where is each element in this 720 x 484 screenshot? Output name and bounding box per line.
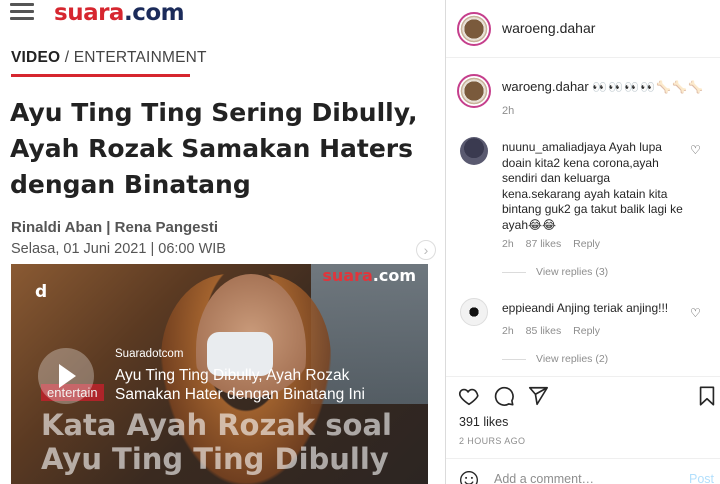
caption-time[interactable]: 2h (502, 105, 514, 117)
chevron-right-icon[interactable]: › (416, 240, 436, 260)
heart-icon[interactable]: ♡ (690, 143, 701, 157)
caption-text: 👀👀👀👀🦴🦴🦴 (592, 80, 704, 94)
comment-avatar[interactable] (460, 298, 488, 326)
comment-username[interactable]: nuunu_amaliadjaya (502, 140, 606, 154)
add-comment-input[interactable]: Add a comment… (494, 472, 594, 484)
video-title[interactable]: Ayu Ting Ting Dibully, Ayah Rozak Samaka… (115, 366, 385, 404)
caption-username[interactable]: waroeng.dahar (502, 79, 589, 94)
comment-username[interactable]: eppieandi (502, 301, 554, 315)
comment-avatar[interactable] (460, 137, 488, 165)
comment-time[interactable]: 2h (502, 238, 514, 250)
comment-likes[interactable]: 85 likes (526, 325, 562, 337)
article-panel: suara.com VIDEO / ENTERTAINMENT Ayu Ting… (0, 0, 446, 484)
video-logo: suara.com (322, 266, 416, 285)
like-heart-icon[interactable] (458, 385, 480, 407)
caption-avatar[interactable] (457, 74, 491, 108)
post-time[interactable]: 2 HOURS AGO (459, 436, 525, 446)
likes-count[interactable]: 391 likes (459, 415, 508, 429)
video-mark: d (35, 282, 48, 302)
article-date: Selasa, 01 Juni 2021 | 06:00 WIB (11, 241, 226, 257)
category-breadcrumb[interactable]: VIDEO / ENTERTAINMENT (11, 49, 207, 67)
caption: waroeng.dahar 👀👀👀👀🦴🦴🦴 (502, 79, 704, 94)
comment: nuunu_amaliadjaya Ayah lupa doain kita2 … (502, 140, 688, 233)
category-primary[interactable]: VIDEO (11, 49, 60, 66)
view-replies-button[interactable]: View replies (3) (502, 266, 608, 278)
comment-box-divider (446, 458, 720, 459)
site-logo[interactable]: suara.com (54, 0, 185, 26)
comment-time[interactable]: 2h (502, 325, 514, 337)
video-player[interactable]: suara.com d entertain Suaradotcom Ayu Ti… (11, 264, 428, 484)
post-comment-button[interactable]: Post (689, 472, 714, 484)
reply-button[interactable]: Reply (573, 325, 600, 337)
video-source: Suaradotcom (115, 348, 184, 360)
comment-meta: 2h 87 likes Reply (502, 238, 609, 250)
article-headline: Ayu Ting Ting Sering Dibully, Ayah Rozak… (10, 98, 418, 199)
category-secondary[interactable]: / ENTERTAINMENT (60, 49, 207, 66)
menu-icon[interactable] (10, 3, 34, 21)
video-overlay-text: Kata Ayah Rozak soal Ayu Ting Ting Dibul… (41, 408, 392, 476)
instagram-panel: waroeng.dahar waroeng.dahar 👀👀👀👀🦴🦴🦴 2h n… (446, 0, 720, 484)
category-underline (11, 74, 190, 77)
article-authors[interactable]: Rinaldi Aban | Rena Pangesti (11, 219, 218, 236)
emoji-icon[interactable] (459, 470, 479, 484)
account-username[interactable]: waroeng.dahar (502, 20, 595, 36)
actions-divider (446, 376, 720, 377)
comment-bubble-icon[interactable] (493, 385, 515, 407)
comment: eppieandi Anjing teriak anjing!!! (502, 301, 688, 317)
comment-likes[interactable]: 87 likes (526, 238, 562, 250)
bookmark-icon[interactable] (696, 385, 718, 407)
reply-button[interactable]: Reply (573, 238, 600, 250)
heart-icon[interactable]: ♡ (690, 306, 701, 320)
account-avatar[interactable] (457, 12, 491, 46)
post-header: waroeng.dahar (446, 0, 720, 58)
share-send-icon[interactable] (527, 385, 549, 407)
comment-text: Anjing teriak anjing!!! (556, 301, 669, 315)
site-header: suara.com (0, 0, 446, 32)
comment-meta: 2h 85 likes Reply (502, 325, 609, 337)
play-icon[interactable] (38, 348, 94, 404)
view-replies-button[interactable]: View replies (2) (502, 353, 608, 365)
